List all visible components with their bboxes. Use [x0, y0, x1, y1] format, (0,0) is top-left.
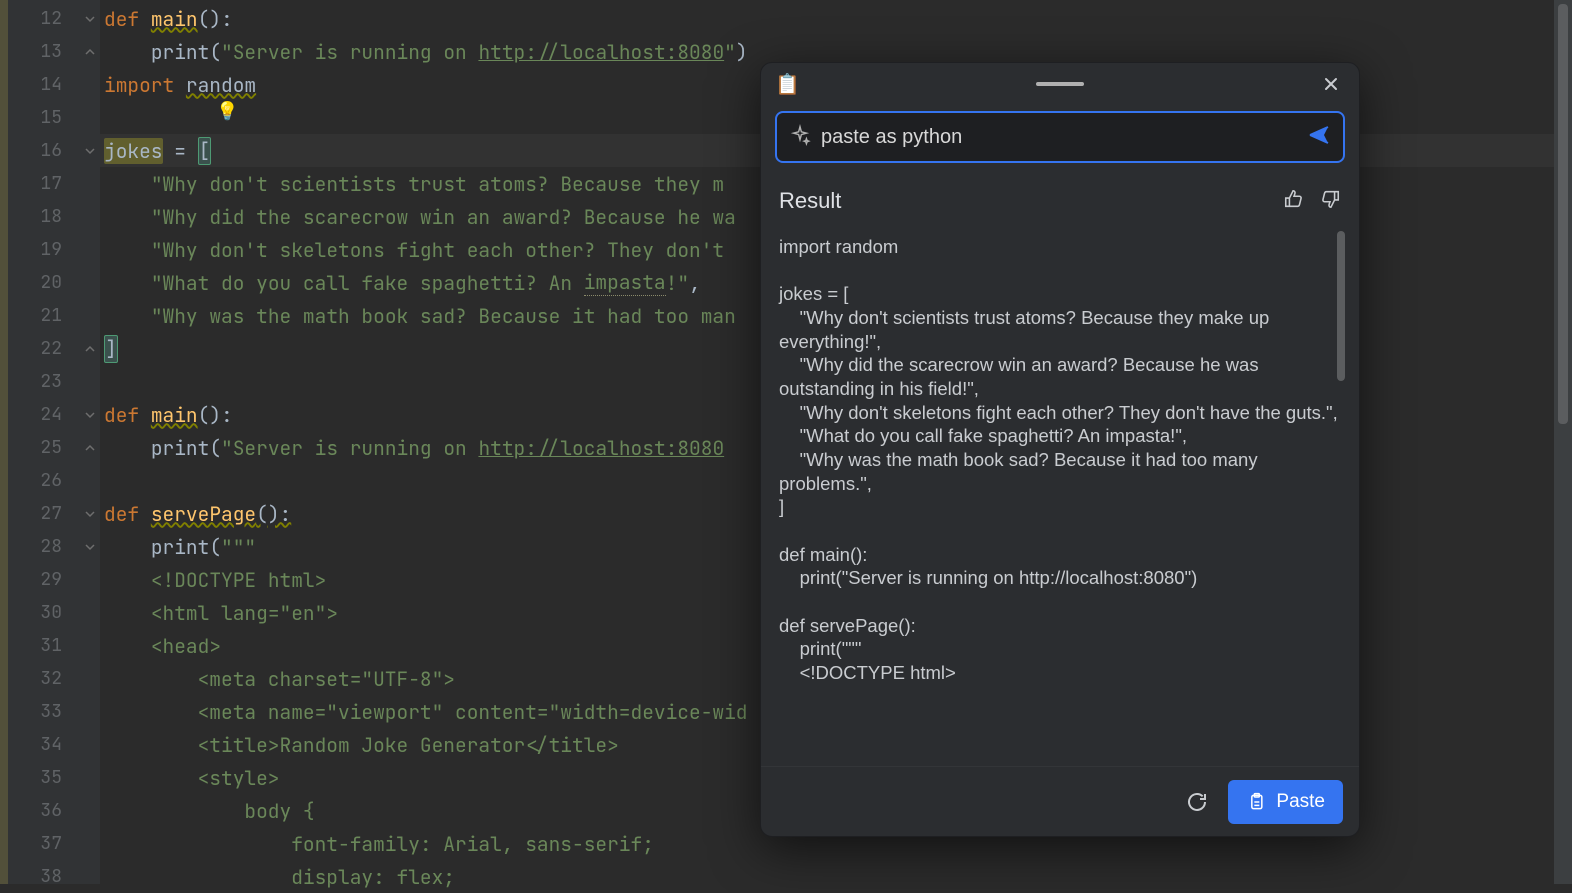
prompt-input-row[interactable] — [775, 111, 1345, 163]
result-block: Result import random jokes = [ "Why don'… — [775, 181, 1345, 766]
left-margin — [0, 0, 8, 884]
panel-footer: Paste — [761, 766, 1359, 836]
line-number: 12 — [8, 2, 80, 35]
fold-cell — [80, 596, 100, 629]
line-number: 38 — [8, 860, 80, 893]
lightbulb-icon[interactable]: 💡 — [216, 100, 238, 123]
line-number: 31 — [8, 629, 80, 662]
fold-cell — [80, 728, 100, 761]
send-button[interactable] — [1307, 123, 1331, 152]
sparkle-icon — [789, 124, 811, 151]
fold-cell[interactable] — [80, 530, 100, 563]
fold-cell — [80, 794, 100, 827]
line-number: 30 — [8, 596, 80, 629]
thumbs-up-icon — [1283, 188, 1305, 210]
fold-cell[interactable] — [80, 431, 100, 464]
fold-cell — [80, 662, 100, 695]
line-number: 25 — [8, 431, 80, 464]
result-header: Result — [775, 181, 1345, 221]
result-body[interactable]: import random jokes = [ "Why don't scien… — [775, 229, 1345, 766]
fold-cell[interactable] — [80, 35, 100, 68]
panel-drag-handle[interactable] — [1036, 82, 1084, 86]
fold-cell[interactable] — [80, 332, 100, 365]
thumbs-down-button[interactable] — [1319, 188, 1341, 215]
result-scrollbar[interactable] — [1337, 231, 1345, 381]
line-number: 24 — [8, 398, 80, 431]
line-number: 17 — [8, 167, 80, 200]
thumbs-down-icon — [1319, 188, 1341, 210]
vertical-scrollbar[interactable] — [1554, 0, 1572, 884]
line-number: 16 — [8, 134, 80, 167]
fold-cell — [80, 761, 100, 794]
code-line[interactable]: def main(): — [100, 2, 1572, 35]
line-number: 13 — [8, 35, 80, 68]
paste-button[interactable]: Paste — [1228, 780, 1343, 824]
fold-cell[interactable] — [80, 398, 100, 431]
fold-cell — [80, 299, 100, 332]
panel-header: 📋 — [761, 63, 1359, 105]
line-number: 15 — [8, 101, 80, 134]
fold-cell — [80, 200, 100, 233]
line-number: 18 — [8, 200, 80, 233]
fold-down-icon — [85, 14, 95, 24]
line-number: 28 — [8, 530, 80, 563]
regenerate-button[interactable] — [1180, 785, 1214, 819]
fold-cell — [80, 68, 100, 101]
refresh-icon — [1185, 790, 1209, 814]
result-text: import random jokes = [ "Why don't scien… — [779, 235, 1341, 685]
line-number: 29 — [8, 563, 80, 596]
line-number: 20 — [8, 266, 80, 299]
line-number: 19 — [8, 233, 80, 266]
line-number: 36 — [8, 794, 80, 827]
fold-cell[interactable] — [80, 2, 100, 35]
close-button[interactable] — [1317, 70, 1345, 98]
line-number: 27 — [8, 497, 80, 530]
result-title: Result — [779, 188, 841, 214]
fold-down-icon — [85, 509, 95, 519]
line-number: 21 — [8, 299, 80, 332]
fold-up-icon — [85, 344, 95, 354]
paste-button-label: Paste — [1276, 791, 1325, 813]
line-number: 34 — [8, 728, 80, 761]
prompt-input[interactable] — [821, 126, 1297, 149]
fold-cell — [80, 695, 100, 728]
clipboard-icon — [1246, 792, 1266, 812]
line-number: 37 — [8, 827, 80, 860]
fold-cell — [80, 629, 100, 662]
fold-up-icon — [85, 47, 95, 57]
fold-cell — [80, 827, 100, 860]
fold-cell[interactable] — [80, 134, 100, 167]
fold-cell — [80, 464, 100, 497]
thumbs-up-button[interactable] — [1283, 188, 1305, 215]
fold-up-icon — [85, 443, 95, 453]
fold-cell — [80, 365, 100, 398]
fold-cell[interactable] — [80, 497, 100, 530]
fold-cell — [80, 563, 100, 596]
fold-down-icon — [85, 146, 95, 156]
fold-down-icon — [85, 410, 95, 420]
panel-emoji-icon: 📋 — [775, 72, 800, 97]
feedback-buttons — [1283, 188, 1341, 215]
fold-cell — [80, 167, 100, 200]
fold-cell — [80, 101, 100, 134]
line-number: 35 — [8, 761, 80, 794]
line-number: 14 — [8, 68, 80, 101]
line-number: 22 — [8, 332, 80, 365]
fold-cell — [80, 860, 100, 893]
line-number: 26 — [8, 464, 80, 497]
fold-down-icon — [85, 542, 95, 552]
line-number-gutter: 1213141516171819202122232425262728293031… — [8, 0, 80, 884]
line-number: 32 — [8, 662, 80, 695]
fold-cell — [80, 233, 100, 266]
line-number: 33 — [8, 695, 80, 728]
ai-assistant-panel: 📋 Result — [760, 62, 1360, 837]
line-number: 23 — [8, 365, 80, 398]
close-icon — [1323, 76, 1339, 92]
send-icon — [1307, 123, 1331, 147]
scrollbar-thumb[interactable] — [1558, 4, 1568, 424]
code-line[interactable]: display: flex; — [100, 860, 1572, 893]
fold-cell — [80, 266, 100, 299]
fold-column[interactable] — [80, 0, 100, 884]
